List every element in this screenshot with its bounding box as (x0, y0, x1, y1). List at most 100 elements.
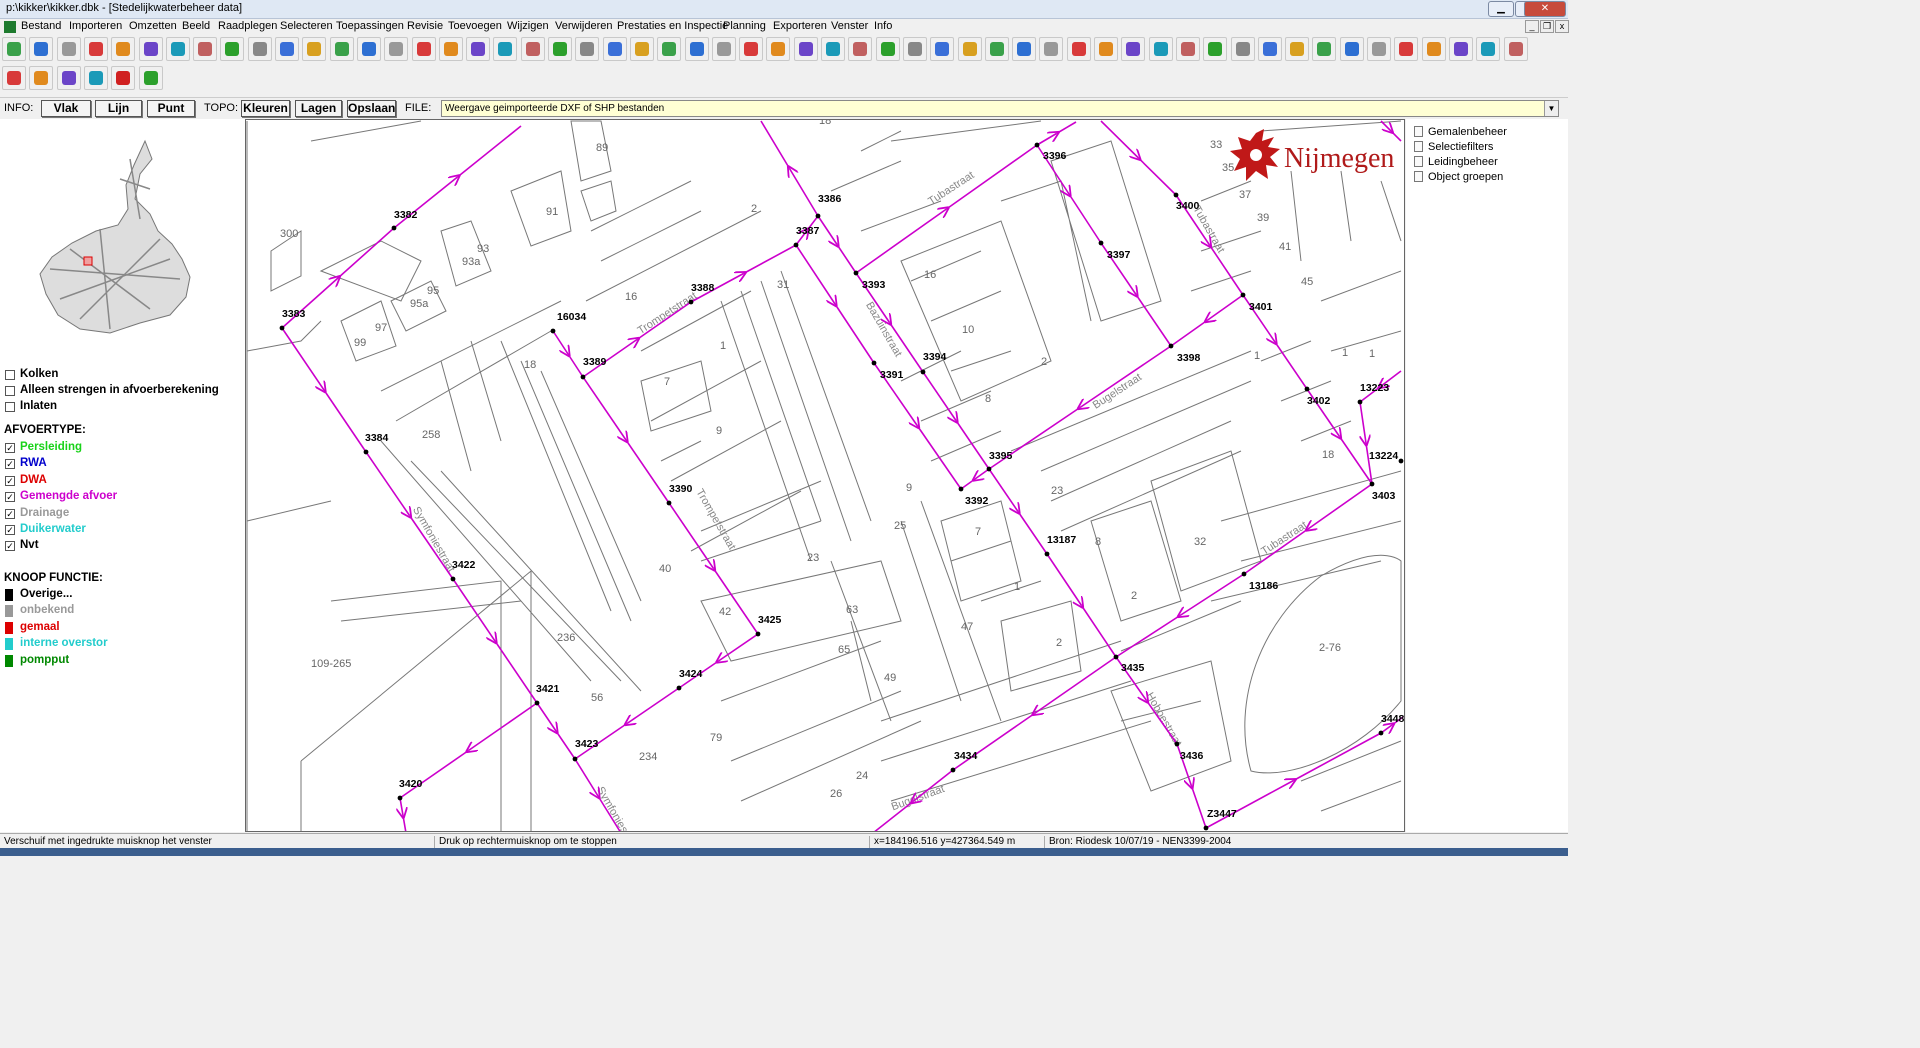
menu-omzetten[interactable]: Omzetten (129, 20, 177, 32)
manhole-node[interactable] (688, 299, 694, 305)
manhole-node[interactable] (1173, 192, 1179, 198)
sewer-pipe[interactable] (1359, 401, 1366, 443)
sewer-pipe[interactable] (1338, 436, 1373, 485)
toolbar-tool-icon[interactable] (1175, 37, 1200, 61)
sewer-pipe[interactable] (1137, 157, 1177, 196)
menu-bestand[interactable]: Bestand (21, 20, 61, 32)
menu-verwijderen[interactable]: Verwijderen (555, 20, 612, 32)
sewer-pipe[interactable] (1046, 553, 1082, 606)
toolbar-tool-icon[interactable] (411, 37, 436, 61)
sewer-pipe[interactable] (1208, 244, 1244, 296)
sewer-pipe[interactable] (1390, 130, 1402, 142)
sewer-pipe[interactable] (1056, 121, 1077, 135)
manhole-node[interactable] (572, 756, 578, 762)
sewer-pipe[interactable] (795, 244, 835, 304)
sewer-pipe[interactable] (916, 425, 962, 490)
sewer-pipe[interactable] (712, 568, 759, 635)
checkbox-afvoer[interactable]: ✓ (5, 443, 15, 453)
module-item[interactable]: Gemalenbeheer (1414, 126, 1507, 138)
manhole-node[interactable] (815, 213, 821, 219)
toolbar-tool-icon[interactable] (329, 37, 354, 61)
menu-wijzigen[interactable]: Wijzigen (507, 20, 549, 32)
menu-selecteren[interactable]: Selecteren (280, 20, 333, 32)
manhole-node[interactable] (279, 325, 285, 331)
map-canvas[interactable]: Tubastraat Trompetstraat Bazuinstraat Bugel… (245, 119, 1405, 832)
toolbar-tool-icon[interactable] (1476, 37, 1501, 61)
toolbar-tool-icon[interactable] (83, 37, 108, 61)
menu-revisie[interactable]: Revisie (407, 20, 443, 32)
manhole-node[interactable] (1098, 240, 1104, 246)
sewer-pipe[interactable] (456, 125, 522, 178)
menu-prestaties-en-inspectie[interactable]: Prestaties en Inspectie (617, 20, 728, 32)
manhole-node[interactable] (1034, 142, 1040, 148)
sewer-pipe[interactable] (582, 376, 626, 440)
manhole-node[interactable] (950, 767, 956, 773)
toolbar-tool-icon[interactable] (1421, 37, 1446, 61)
sewer-pipe[interactable] (960, 478, 976, 490)
checkbox-afvoer[interactable]: ✓ (5, 541, 15, 552)
sewer-pipe[interactable] (323, 389, 367, 453)
sewer-pipe[interactable] (1080, 345, 1172, 408)
sewer-pipe[interactable] (400, 797, 403, 816)
sewer-pipe[interactable] (1180, 573, 1245, 616)
sewer-pipe[interactable] (817, 215, 837, 245)
toolbar-tool-icon[interactable] (1339, 37, 1364, 61)
sewer-pipe[interactable] (1080, 605, 1117, 658)
manhole-node[interactable] (391, 225, 397, 231)
sewer-pipe[interactable] (1115, 614, 1181, 658)
checkbox-afvoer[interactable]: ✓ (5, 459, 15, 470)
toolbar-tool-icon[interactable] (83, 66, 108, 90)
manhole-node[interactable] (1241, 571, 1247, 577)
manhole-node[interactable] (363, 449, 369, 455)
manhole-node[interactable] (666, 500, 672, 506)
toolbar-tool-icon[interactable] (356, 37, 381, 61)
manhole-node[interactable] (853, 270, 859, 276)
sewer-pipe[interactable] (760, 120, 791, 169)
manhole-node[interactable] (1174, 741, 1180, 747)
toolbar-tool-icon[interactable] (438, 37, 463, 61)
stop-icon[interactable] (111, 66, 136, 90)
sewer-pipe[interactable] (1068, 193, 1102, 244)
manhole-node[interactable] (793, 242, 799, 248)
toolbar-tool-icon[interactable] (657, 37, 682, 61)
menu-toevoegen[interactable]: Toevoegen (448, 20, 502, 32)
manhole-node[interactable] (580, 374, 586, 380)
menu-info[interactable]: Info (874, 20, 892, 32)
toolbar-tool-icon[interactable] (1066, 37, 1091, 61)
menu-raadplegen[interactable]: Raadplegen (218, 20, 277, 32)
toolbar-tool-icon[interactable] (2, 37, 26, 61)
toolbar-tool-icon[interactable] (220, 37, 245, 61)
checkbox-afvoer[interactable]: ✓ (5, 508, 15, 519)
toolbar-tool-icon[interactable] (1394, 37, 1419, 61)
menu-planning[interactable]: Planning (723, 20, 766, 32)
toolbar-tool-icon[interactable] (575, 37, 600, 61)
kleuren-button[interactable]: Kleuren (241, 100, 290, 117)
manhole-node[interactable] (958, 486, 964, 492)
sewer-pipe[interactable] (337, 227, 395, 279)
manhole-node[interactable] (1113, 654, 1119, 660)
opslaan-button[interactable]: Opslaan (347, 100, 396, 117)
manhole-node[interactable] (1304, 386, 1310, 392)
toolbar-tool-icon[interactable] (739, 37, 764, 61)
sewer-map[interactable]: Tubastraat Trompetstraat Bazuinstraat Bugel… (246, 120, 1405, 832)
file-select[interactable]: Weergave geimporteerde DXF of SHP bestan… (441, 100, 1559, 117)
toolbar-tool-icon[interactable] (493, 37, 518, 61)
sewer-pipe[interactable] (1135, 294, 1172, 347)
toolbar-tool-icon[interactable] (957, 37, 982, 61)
lagen-button[interactable]: Lagen (295, 100, 342, 117)
toolbar-tool-icon[interactable] (1012, 37, 1037, 61)
module-item[interactable]: Leidingbeheer (1414, 156, 1498, 168)
toolbar-tool-icon[interactable] (1121, 37, 1146, 61)
menu-beeld[interactable]: Beeld (182, 20, 210, 32)
toolbar-tool-icon[interactable] (29, 37, 54, 61)
sewer-pipe[interactable] (1205, 781, 1294, 829)
sewer-pipe[interactable] (988, 468, 1018, 512)
manhole-node[interactable] (986, 466, 992, 472)
sewer-pipe[interactable] (1017, 511, 1048, 555)
sewer-pipe[interactable] (790, 169, 819, 217)
minimize-button[interactable]: ▁ (1488, 1, 1514, 17)
sewer-pipe[interactable] (1190, 785, 1207, 829)
toolbar-tool-icon[interactable] (384, 37, 409, 61)
mdi-restore-button[interactable]: ❐ (1540, 20, 1554, 33)
sewer-pipe[interactable] (555, 730, 576, 760)
